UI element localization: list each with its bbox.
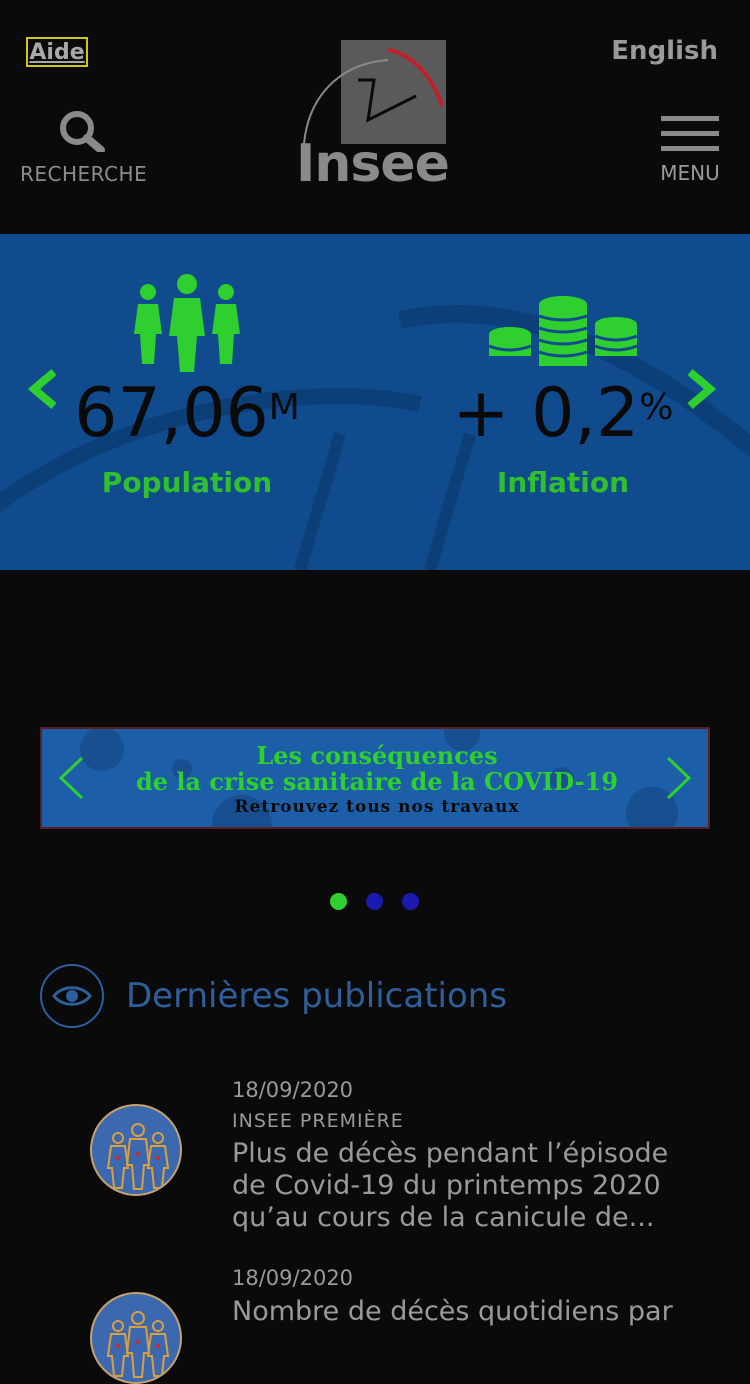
people-icon <box>134 274 240 372</box>
site-header: Aide English RECHERCHE Insee MENU <box>0 0 750 234</box>
population-value: 67,06M <box>74 374 300 453</box>
banner-line-1: Les conséquences <box>256 741 498 770</box>
inflation-label: Inflation <box>496 466 630 499</box>
carousel-dot-1[interactable] <box>330 893 347 910</box>
publication-date: 18/09/2020 <box>232 1078 354 1102</box>
inflation-value: + 0,2% <box>452 374 674 453</box>
publication-title[interactable]: Plus de décès pendant l’épisode de Covid… <box>232 1138 712 1234</box>
covid-banner[interactable]: Les conséquences de la crise sanitaire d… <box>40 727 710 829</box>
publication-title[interactable]: Nombre de décès quotidiens par <box>232 1296 712 1328</box>
insee-logo[interactable]: Insee <box>296 40 450 194</box>
banner-line-2: de la crise sanitaire de la COVID-19 <box>135 767 619 796</box>
search-button[interactable]: RECHERCHE <box>20 108 148 186</box>
carousel-dots <box>330 893 419 910</box>
carousel-dot-3[interactable] <box>402 893 419 910</box>
latest-publications-header: Dernières publications <box>40 961 507 1031</box>
population-label: Population <box>101 466 273 499</box>
help-link[interactable]: Aide <box>26 37 88 67</box>
search-icon <box>60 111 105 152</box>
banner-line-3: Retrouvez tous nos travaux <box>234 797 520 817</box>
language-switch-link[interactable]: English <box>611 36 718 66</box>
eye-icon <box>40 964 104 1028</box>
coins-icon <box>488 296 638 366</box>
publication-date: 18/09/2020 <box>232 1266 354 1290</box>
search-label: RECHERCHE <box>20 162 148 186</box>
menu-button[interactable]: MENU <box>658 116 722 185</box>
key-figures-carousel: 67,06M Population + 0,2% Inflation <box>0 234 750 570</box>
section-title: Dernières publications <box>126 976 508 1016</box>
menu-label: MENU <box>660 161 720 185</box>
carousel-dot-2[interactable] <box>366 893 383 910</box>
stat-inflation[interactable]: + 0,2% Inflation <box>413 270 713 499</box>
publication-thumbnail <box>90 1292 182 1384</box>
publication-thumbnail <box>90 1104 182 1196</box>
logo-wordmark: Insee <box>296 134 450 194</box>
stat-population[interactable]: 67,06M Population <box>37 270 337 499</box>
hamburger-icon <box>661 116 719 151</box>
people-illustration-icon <box>106 1123 170 1190</box>
people-illustration-icon <box>106 1311 170 1378</box>
publication-category: INSEE PREMIÈRE <box>232 1110 404 1132</box>
